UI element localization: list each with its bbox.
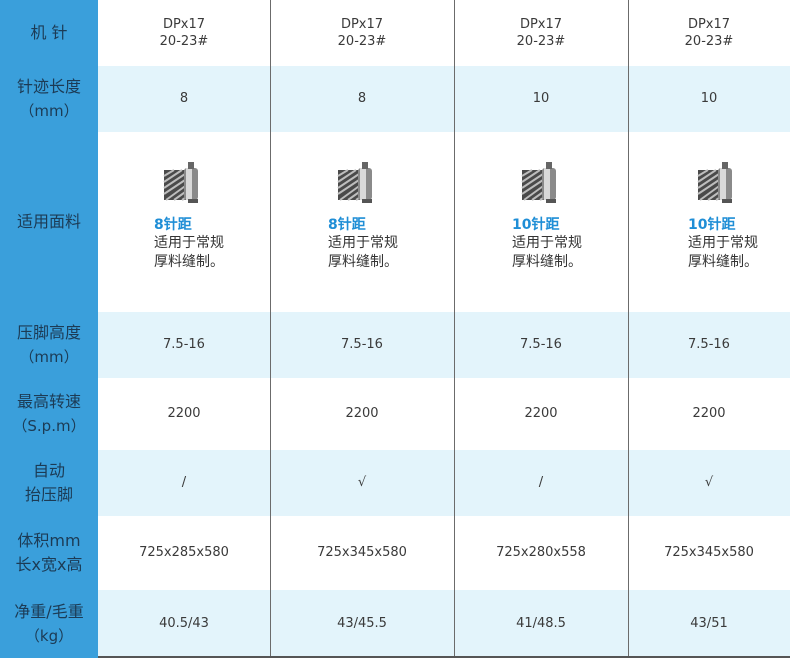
presser-height-value: 7.5-16 xyxy=(454,312,628,378)
label-line-2: （mm） xyxy=(19,102,79,120)
needle-type: DPx17 xyxy=(162,17,206,32)
auto-lift-value: √ xyxy=(628,450,790,516)
needle-size: 20-23# xyxy=(159,34,209,49)
row-label-stitch-length: 针迹长度 （mm） xyxy=(0,66,98,132)
needle-size: 20-23# xyxy=(337,34,387,49)
row-label-weight: 净重/毛重 （kg） xyxy=(0,590,98,658)
fabric-desc-line-2: 厚料缝制。 xyxy=(512,254,582,270)
auto-lift-value: / xyxy=(98,450,270,516)
label-line-2: （kg） xyxy=(24,627,74,645)
stitch-pitch-label: 10针距 xyxy=(688,217,736,233)
column-divider xyxy=(270,0,271,658)
fabric-cell: 10针距 适用于常规 厚料缝制。 xyxy=(454,132,628,312)
fabric-desc-line-2: 厚料缝制。 xyxy=(328,254,398,270)
dimensions-value: 725x345x580 xyxy=(628,516,790,590)
presser-height-value: 7.5-16 xyxy=(98,312,270,378)
stitch-pitch-label: 8针距 xyxy=(154,217,192,233)
fabric-desc-line-1: 适用于常规 xyxy=(512,235,582,251)
row-label-presser-height: 压脚高度 （mm） xyxy=(0,312,98,378)
row-label-auto-lift: 自动 抬压脚 xyxy=(0,450,98,516)
row-label-dimensions: 体积mm 长x宽x高 xyxy=(0,516,98,590)
label-line-1: 机 针 xyxy=(30,23,68,42)
fabric-cell: 8针距 适用于常规 厚料缝制。 xyxy=(98,132,270,312)
fabric-roll-icon xyxy=(521,162,556,203)
dimensions-value: 725x280x558 xyxy=(454,516,628,590)
fabric-desc-line-1: 适用于常规 xyxy=(688,235,758,251)
weight-value: 41/48.5 xyxy=(454,590,628,658)
max-speed-value: 2200 xyxy=(270,378,454,450)
weight-value: 43/51 xyxy=(628,590,790,658)
fabric-desc-line-1: 适用于常规 xyxy=(154,235,224,251)
fabric-roll-icon xyxy=(163,162,198,203)
needle-type: DPx17 xyxy=(340,17,384,32)
fabric-desc-line-1: 适用于常规 xyxy=(328,235,398,251)
presser-height-value: 7.5-16 xyxy=(270,312,454,378)
row-label-max-speed: 最高转速 （S.p.m） xyxy=(0,378,98,450)
needle-size: 20-23# xyxy=(516,34,566,49)
needle-cell: DPx17 20-23# xyxy=(98,0,270,66)
max-speed-value: 2200 xyxy=(98,378,270,450)
weight-value: 43/45.5 xyxy=(270,590,454,658)
fabric-roll-icon xyxy=(337,162,372,203)
column-divider xyxy=(454,0,455,658)
stitch-pitch-label: 8针距 xyxy=(328,217,366,233)
needle-type: DPx17 xyxy=(687,17,731,32)
label-line-1: 适用面料 xyxy=(16,212,81,231)
label-line-1: 净重/毛重 xyxy=(14,602,84,621)
needle-cell: DPx17 20-23# xyxy=(454,0,628,66)
label-line-1: 压脚高度 xyxy=(16,323,81,342)
needle-cell: DPx17 20-23# xyxy=(270,0,454,66)
needle-type: DPx17 xyxy=(519,17,563,32)
fabric-roll-icon xyxy=(697,162,732,203)
dimensions-value: 725x345x580 xyxy=(270,516,454,590)
label-line-1: 自动 xyxy=(32,461,65,480)
stitch-length-value: 10 xyxy=(454,66,628,132)
stitch-length-value: 8 xyxy=(270,66,454,132)
column-divider xyxy=(628,0,629,658)
max-speed-value: 2200 xyxy=(454,378,628,450)
needle-size: 20-23# xyxy=(684,34,734,49)
auto-lift-value: / xyxy=(454,450,628,516)
spec-table: 机 针 DPx17 20-23# DPx17 20-23# DPx17 20-2… xyxy=(0,0,790,658)
dimensions-value: 725x285x580 xyxy=(98,516,270,590)
label-line-1: 最高转速 xyxy=(16,392,81,411)
label-line-2: 抬压脚 xyxy=(24,485,73,504)
fabric-cell: 10针距 适用于常规 厚料缝制。 xyxy=(628,132,790,312)
row-label-fabric: 适用面料 xyxy=(0,132,98,312)
label-line-1: 针迹长度 xyxy=(16,77,81,96)
row-label-needle: 机 针 xyxy=(0,0,98,66)
fabric-desc-line-2: 厚料缝制。 xyxy=(154,254,224,270)
needle-cell: DPx17 20-23# xyxy=(628,0,790,66)
label-line-2: 长x宽x高 xyxy=(15,555,83,574)
presser-height-value: 7.5-16 xyxy=(628,312,790,378)
fabric-desc-line-2: 厚料缝制。 xyxy=(688,254,758,270)
fabric-cell: 8针距 适用于常规 厚料缝制。 xyxy=(270,132,454,312)
stitch-length-value: 8 xyxy=(98,66,270,132)
auto-lift-value: √ xyxy=(270,450,454,516)
max-speed-value: 2200 xyxy=(628,378,790,450)
stitch-length-value: 10 xyxy=(628,66,790,132)
label-line-1: 体积mm xyxy=(17,531,81,550)
stitch-pitch-label: 10针距 xyxy=(512,217,560,233)
label-line-2: （S.p.m） xyxy=(12,417,86,435)
label-line-2: （mm） xyxy=(19,348,79,366)
weight-value: 40.5/43 xyxy=(98,590,270,658)
